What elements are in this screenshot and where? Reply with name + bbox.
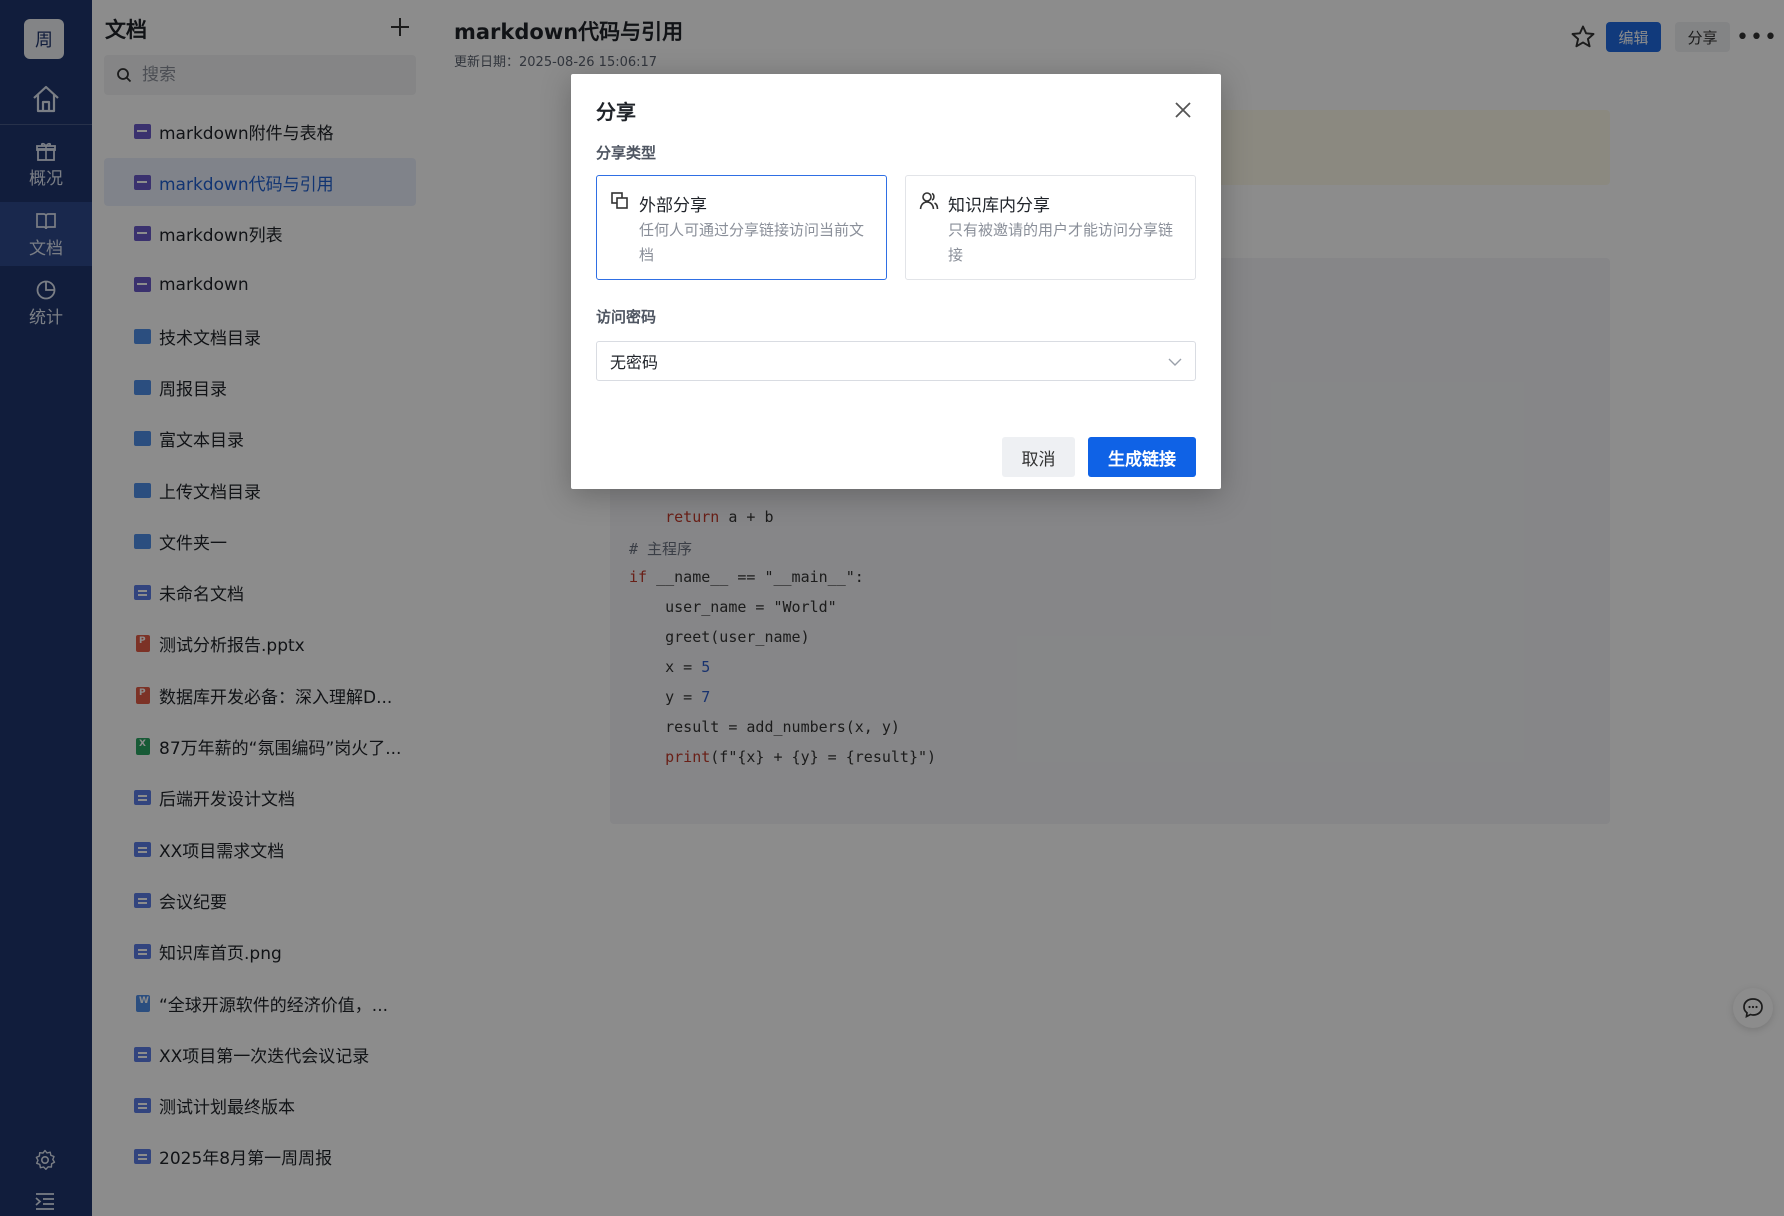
users-icon — [919, 191, 939, 211]
close-icon[interactable] — [1171, 98, 1195, 122]
access-password-label: 访问密码 — [596, 308, 657, 326]
share-type-label: 分享类型 — [596, 144, 657, 162]
generate-link-button[interactable]: 生成链接 — [1088, 437, 1196, 477]
internal-share-option[interactable]: 知识库内分享 只有被邀请的用户才能访问分享链接 — [905, 175, 1196, 280]
option-title: 外部分享 — [639, 196, 707, 216]
option-description: 任何人可通过分享链接访问当前文档 — [639, 221, 865, 264]
password-select[interactable]: 无密码 — [596, 341, 1196, 381]
option-title: 知识库内分享 — [948, 196, 1050, 216]
password-select-value: 无密码 — [610, 353, 659, 372]
option-description: 只有被邀请的用户才能访问分享链接 — [948, 221, 1174, 264]
external-share-option[interactable]: 外部分享 任何人可通过分享链接访问当前文档 — [596, 175, 887, 280]
chevron-down-icon — [1168, 358, 1182, 366]
cancel-button[interactable]: 取消 — [1002, 437, 1075, 477]
share-dialog: 分享 分享类型 外部分享 任何人可通过分享链接访问当前文档 知识库内分享 只有被… — [571, 74, 1221, 489]
dialog-title: 分享 — [596, 100, 636, 124]
copy-link-icon — [610, 191, 630, 211]
